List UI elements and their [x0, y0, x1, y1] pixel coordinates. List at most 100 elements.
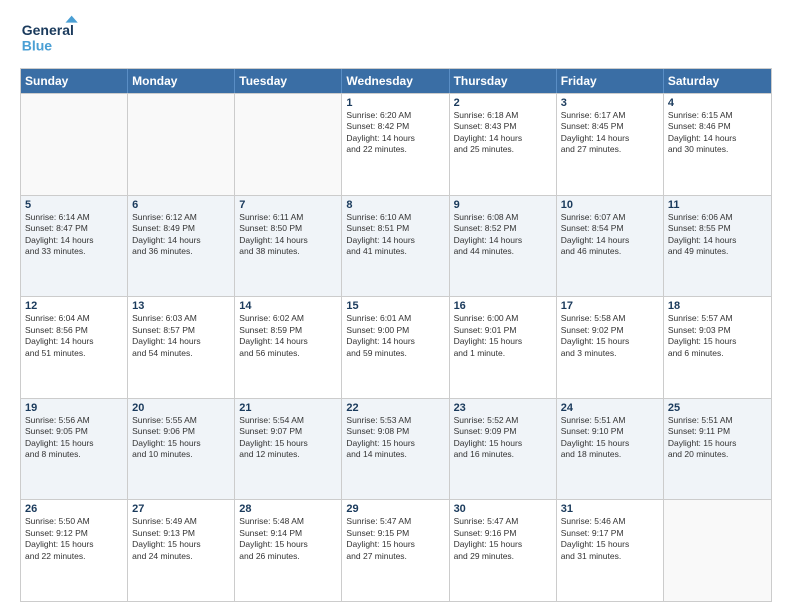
calendar: SundayMondayTuesdayWednesdayThursdayFrid…	[20, 68, 772, 602]
calendar-cell: 22Sunrise: 5:53 AMSunset: 9:08 PMDayligh…	[342, 399, 449, 500]
day-number: 6	[132, 199, 230, 211]
calendar-cell: 5Sunrise: 6:14 AMSunset: 8:47 PMDaylight…	[21, 196, 128, 297]
cell-info: Sunrise: 5:47 AMSunset: 9:16 PMDaylight:…	[454, 516, 552, 562]
day-header: Tuesday	[235, 69, 342, 93]
calendar-cell: 26Sunrise: 5:50 AMSunset: 9:12 PMDayligh…	[21, 500, 128, 601]
calendar-cell: 3Sunrise: 6:17 AMSunset: 8:45 PMDaylight…	[557, 94, 664, 195]
calendar-cell: 17Sunrise: 5:58 AMSunset: 9:02 PMDayligh…	[557, 297, 664, 398]
day-number: 1	[346, 97, 444, 109]
calendar-header: SundayMondayTuesdayWednesdayThursdayFrid…	[21, 69, 771, 93]
calendar-cell: 20Sunrise: 5:55 AMSunset: 9:06 PMDayligh…	[128, 399, 235, 500]
cell-info: Sunrise: 6:08 AMSunset: 8:52 PMDaylight:…	[454, 212, 552, 258]
day-header: Sunday	[21, 69, 128, 93]
calendar-cell: 12Sunrise: 6:04 AMSunset: 8:56 PMDayligh…	[21, 297, 128, 398]
cell-info: Sunrise: 5:49 AMSunset: 9:13 PMDaylight:…	[132, 516, 230, 562]
day-number: 14	[239, 300, 337, 312]
calendar-body: 1Sunrise: 6:20 AMSunset: 8:42 PMDaylight…	[21, 93, 771, 601]
calendar-row: 26Sunrise: 5:50 AMSunset: 9:12 PMDayligh…	[21, 499, 771, 601]
day-number: 15	[346, 300, 444, 312]
calendar-cell: 9Sunrise: 6:08 AMSunset: 8:52 PMDaylight…	[450, 196, 557, 297]
day-header: Friday	[557, 69, 664, 93]
calendar-cell: 13Sunrise: 6:03 AMSunset: 8:57 PMDayligh…	[128, 297, 235, 398]
cell-info: Sunrise: 6:06 AMSunset: 8:55 PMDaylight:…	[668, 212, 767, 258]
day-number: 31	[561, 503, 659, 515]
calendar-cell: 27Sunrise: 5:49 AMSunset: 9:13 PMDayligh…	[128, 500, 235, 601]
day-number: 22	[346, 402, 444, 414]
logo-area: General Blue	[20, 15, 90, 60]
calendar-row: 5Sunrise: 6:14 AMSunset: 8:47 PMDaylight…	[21, 195, 771, 297]
day-header: Monday	[128, 69, 235, 93]
day-number: 25	[668, 402, 767, 414]
cell-info: Sunrise: 6:18 AMSunset: 8:43 PMDaylight:…	[454, 110, 552, 156]
cell-info: Sunrise: 6:01 AMSunset: 9:00 PMDaylight:…	[346, 313, 444, 359]
cell-info: Sunrise: 5:57 AMSunset: 9:03 PMDaylight:…	[668, 313, 767, 359]
day-number: 27	[132, 503, 230, 515]
cell-info: Sunrise: 6:00 AMSunset: 9:01 PMDaylight:…	[454, 313, 552, 359]
day-number: 4	[668, 97, 767, 109]
logo-icon: General Blue	[20, 15, 90, 60]
svg-text:General: General	[22, 22, 74, 38]
calendar-cell: 19Sunrise: 5:56 AMSunset: 9:05 PMDayligh…	[21, 399, 128, 500]
calendar-cell: 29Sunrise: 5:47 AMSunset: 9:15 PMDayligh…	[342, 500, 449, 601]
day-number: 20	[132, 402, 230, 414]
cell-info: Sunrise: 5:53 AMSunset: 9:08 PMDaylight:…	[346, 415, 444, 461]
day-header: Wednesday	[342, 69, 449, 93]
calendar-cell: 11Sunrise: 6:06 AMSunset: 8:55 PMDayligh…	[664, 196, 771, 297]
calendar-cell: 15Sunrise: 6:01 AMSunset: 9:00 PMDayligh…	[342, 297, 449, 398]
day-number: 9	[454, 199, 552, 211]
day-number: 29	[346, 503, 444, 515]
day-number: 18	[668, 300, 767, 312]
calendar-cell: 25Sunrise: 5:51 AMSunset: 9:11 PMDayligh…	[664, 399, 771, 500]
day-number: 28	[239, 503, 337, 515]
day-number: 16	[454, 300, 552, 312]
calendar-cell: 6Sunrise: 6:12 AMSunset: 8:49 PMDaylight…	[128, 196, 235, 297]
cell-info: Sunrise: 5:51 AMSunset: 9:11 PMDaylight:…	[668, 415, 767, 461]
empty-cell	[235, 94, 342, 195]
day-number: 2	[454, 97, 552, 109]
cell-info: Sunrise: 5:51 AMSunset: 9:10 PMDaylight:…	[561, 415, 659, 461]
empty-cell	[21, 94, 128, 195]
day-number: 21	[239, 402, 337, 414]
cell-info: Sunrise: 5:50 AMSunset: 9:12 PMDaylight:…	[25, 516, 123, 562]
day-number: 30	[454, 503, 552, 515]
day-number: 5	[25, 199, 123, 211]
svg-text:Blue: Blue	[22, 38, 53, 54]
empty-cell	[664, 500, 771, 601]
calendar-cell: 16Sunrise: 6:00 AMSunset: 9:01 PMDayligh…	[450, 297, 557, 398]
day-number: 3	[561, 97, 659, 109]
day-number: 13	[132, 300, 230, 312]
calendar-row: 12Sunrise: 6:04 AMSunset: 8:56 PMDayligh…	[21, 296, 771, 398]
calendar-cell: 4Sunrise: 6:15 AMSunset: 8:46 PMDaylight…	[664, 94, 771, 195]
day-number: 26	[25, 503, 123, 515]
cell-info: Sunrise: 6:20 AMSunset: 8:42 PMDaylight:…	[346, 110, 444, 156]
cell-info: Sunrise: 5:52 AMSunset: 9:09 PMDaylight:…	[454, 415, 552, 461]
cell-info: Sunrise: 6:11 AMSunset: 8:50 PMDaylight:…	[239, 212, 337, 258]
day-number: 10	[561, 199, 659, 211]
day-number: 11	[668, 199, 767, 211]
cell-info: Sunrise: 6:07 AMSunset: 8:54 PMDaylight:…	[561, 212, 659, 258]
calendar-cell: 14Sunrise: 6:02 AMSunset: 8:59 PMDayligh…	[235, 297, 342, 398]
cell-info: Sunrise: 5:47 AMSunset: 9:15 PMDaylight:…	[346, 516, 444, 562]
cell-info: Sunrise: 5:54 AMSunset: 9:07 PMDaylight:…	[239, 415, 337, 461]
day-number: 19	[25, 402, 123, 414]
cell-info: Sunrise: 6:02 AMSunset: 8:59 PMDaylight:…	[239, 313, 337, 359]
cell-info: Sunrise: 6:03 AMSunset: 8:57 PMDaylight:…	[132, 313, 230, 359]
calendar-cell: 30Sunrise: 5:47 AMSunset: 9:16 PMDayligh…	[450, 500, 557, 601]
empty-cell	[128, 94, 235, 195]
cell-info: Sunrise: 5:46 AMSunset: 9:17 PMDaylight:…	[561, 516, 659, 562]
cell-info: Sunrise: 6:17 AMSunset: 8:45 PMDaylight:…	[561, 110, 659, 156]
cell-info: Sunrise: 6:10 AMSunset: 8:51 PMDaylight:…	[346, 212, 444, 258]
calendar-cell: 8Sunrise: 6:10 AMSunset: 8:51 PMDaylight…	[342, 196, 449, 297]
cell-info: Sunrise: 5:58 AMSunset: 9:02 PMDaylight:…	[561, 313, 659, 359]
calendar-cell: 28Sunrise: 5:48 AMSunset: 9:14 PMDayligh…	[235, 500, 342, 601]
day-header: Thursday	[450, 69, 557, 93]
day-number: 7	[239, 199, 337, 211]
calendar-cell: 24Sunrise: 5:51 AMSunset: 9:10 PMDayligh…	[557, 399, 664, 500]
calendar-row: 1Sunrise: 6:20 AMSunset: 8:42 PMDaylight…	[21, 93, 771, 195]
calendar-cell: 31Sunrise: 5:46 AMSunset: 9:17 PMDayligh…	[557, 500, 664, 601]
calendar-cell: 7Sunrise: 6:11 AMSunset: 8:50 PMDaylight…	[235, 196, 342, 297]
day-header: Saturday	[664, 69, 771, 93]
day-number: 12	[25, 300, 123, 312]
day-number: 8	[346, 199, 444, 211]
calendar-row: 19Sunrise: 5:56 AMSunset: 9:05 PMDayligh…	[21, 398, 771, 500]
